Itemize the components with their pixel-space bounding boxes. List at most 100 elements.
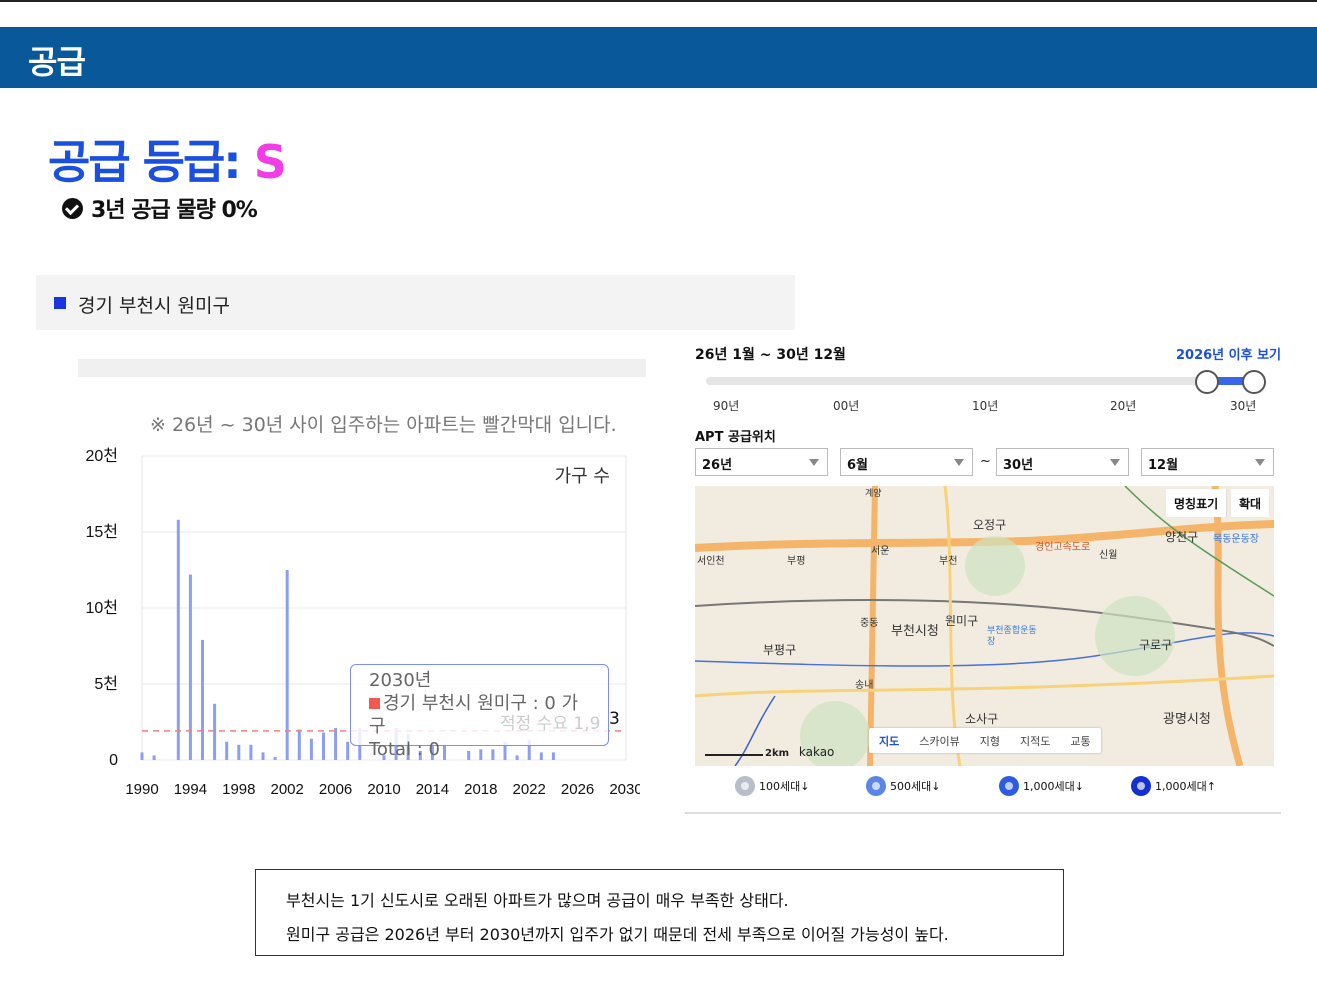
range-tilde: ~ — [980, 454, 991, 469]
map-label: 부평 — [787, 556, 806, 567]
scale-value: 2km — [765, 748, 790, 759]
legend-label: 1,000세대↑ — [1155, 780, 1216, 793]
y-tick-label: 10천 — [85, 599, 118, 617]
scale-bar — [705, 754, 763, 756]
chart-legend-label: 가구 수 — [555, 466, 610, 487]
period-label: 26년 1월 ~ 30년 12월 — [695, 347, 846, 363]
bar[interactable] — [152, 755, 156, 760]
bar[interactable] — [309, 738, 313, 760]
chart-note: ※ 26년 ~ 30년 사이 입주하는 아파트는 빨간막대 입니다. — [150, 414, 617, 436]
bar[interactable] — [213, 703, 217, 760]
bar[interactable] — [225, 741, 229, 760]
bar[interactable] — [346, 741, 350, 760]
map-type-traffic[interactable]: 교통 — [1060, 728, 1100, 753]
supply-grade: 공급 등급: S — [48, 126, 287, 192]
x-tick-label: 2002 — [271, 781, 304, 798]
slider-tick: 10년 — [972, 399, 999, 413]
section-title: 공급 — [28, 43, 86, 81]
tooltip-series-swatch — [369, 698, 380, 709]
map-label: 송내 — [855, 680, 874, 691]
legend-500: 500세대↓ — [866, 776, 940, 796]
legend-1000-down: 1,000세대↓ — [999, 776, 1084, 796]
map-label: 오정구 — [973, 518, 1007, 532]
start-month-select[interactable]: 6월 — [840, 448, 973, 476]
x-tick-label: 2010 — [367, 781, 400, 798]
show-names-button[interactable]: 명칭표기 — [1166, 489, 1228, 517]
square-bullet-icon — [54, 297, 66, 309]
x-tick-label: 1994 — [174, 781, 207, 798]
map-label: 신월 — [1099, 550, 1118, 561]
map-type-map[interactable]: 지도 — [869, 728, 909, 753]
supply-volume-row: 3년 공급 물량 0% — [62, 192, 258, 224]
legend-1000-up: 1,000세대↑ — [1131, 776, 1216, 796]
bar[interactable] — [273, 756, 277, 760]
pin-icon — [866, 776, 886, 796]
start-year-select[interactable]: 26년 — [695, 448, 828, 476]
pin-icon — [735, 776, 755, 796]
map-label: 부천시청 — [891, 624, 939, 639]
x-tick-label: 2006 — [319, 781, 352, 798]
legend-label: 500세대↓ — [890, 780, 941, 793]
map-type-terrain[interactable]: 지형 — [970, 728, 1010, 753]
bar[interactable] — [176, 519, 180, 760]
slider-handle-start[interactable] — [1195, 370, 1219, 394]
map-scale: 2km kakao — [705, 745, 834, 759]
summary-line: 원미구 공급은 2026년 부터 2030년까지 입주가 없기 때문데 전세 부… — [286, 925, 949, 944]
map-label: 부평구 — [763, 643, 797, 657]
map-label: 양천구 — [1165, 530, 1199, 544]
map-label: 서인천 — [697, 556, 725, 567]
x-tick-label: 1990 — [125, 781, 158, 798]
year-slider-track[interactable] — [706, 377, 1254, 385]
map-label: 원미구 — [945, 614, 979, 628]
pin-icon — [1131, 776, 1151, 796]
bar[interactable] — [334, 728, 338, 760]
x-tick-label: 2014 — [416, 781, 449, 798]
chevron-down-icon — [954, 459, 964, 466]
chevron-down-icon — [1255, 459, 1265, 466]
map-label: 구로구 — [1139, 638, 1173, 652]
legend-label: 1,000세대↓ — [1023, 780, 1084, 793]
tooltip-title: 2030년 — [369, 670, 432, 691]
x-tick-label: 2022 — [513, 781, 546, 798]
chart-toolbar-strip — [78, 359, 646, 377]
bar[interactable] — [297, 729, 301, 760]
summary-box: 부천시는 1기 신도시로 오래된 아파트가 많으며 공급이 매우 부족한 상태다… — [255, 869, 1064, 956]
map-label: 계양 — [865, 489, 882, 499]
slider-handle-end[interactable] — [1242, 370, 1266, 394]
bar[interactable] — [188, 574, 192, 760]
supply-map[interactable]: 오정구 양천구 목동운동장 서인천 부평 서운 부천 신월 경인고속도로 중동 … — [695, 486, 1274, 766]
grade-label: 공급 등급: — [48, 135, 254, 189]
after-2026-link[interactable]: 2026년 이후 보기 — [1176, 344, 1281, 363]
x-tick-label: 1998 — [222, 781, 255, 798]
tooltip-total: Total : 0 — [369, 739, 440, 760]
grade-value: S — [253, 135, 287, 189]
map-type-cadastral[interactable]: 지적도 — [1010, 728, 1060, 753]
map-type-skyview[interactable]: 스카이뷰 — [909, 728, 969, 753]
region-bar: 경기 부천시 원미구 — [36, 275, 795, 330]
bar[interactable] — [237, 744, 241, 760]
apt-location-label: APT 공급위치 — [695, 430, 776, 445]
summary-line: 부천시는 1기 신도시로 오래된 아파트가 많으며 공급이 매우 부족한 상태다… — [286, 891, 789, 910]
bar[interactable] — [322, 732, 325, 760]
end-year-select[interactable]: 30년 — [996, 448, 1129, 476]
map-label: 서운 — [871, 546, 890, 557]
map-label: 소사구 — [965, 712, 999, 726]
bar[interactable] — [249, 744, 253, 760]
section-header: 공급 — [0, 27, 1317, 88]
legend-divider — [685, 812, 1281, 814]
zoom-button[interactable]: 확대 — [1231, 489, 1270, 517]
check-circle-icon — [62, 197, 83, 219]
bar[interactable] — [140, 752, 144, 760]
map-label: 부천 — [939, 556, 958, 567]
demand-line-label-suffix: 3 — [609, 709, 620, 729]
chevron-down-icon — [809, 459, 819, 466]
slider-tick: 30년 — [1230, 399, 1257, 413]
start-month-value: 6월 — [847, 458, 869, 473]
map-provider-logo: kakao — [798, 745, 835, 759]
map-label: 광명시청 — [1163, 712, 1211, 727]
bar[interactable] — [261, 752, 265, 760]
bar[interactable] — [201, 639, 204, 760]
end-month-select[interactable]: 12월 — [1141, 448, 1274, 476]
top-rule — [0, 0, 1317, 2]
y-tick-label: 20천 — [85, 447, 118, 465]
